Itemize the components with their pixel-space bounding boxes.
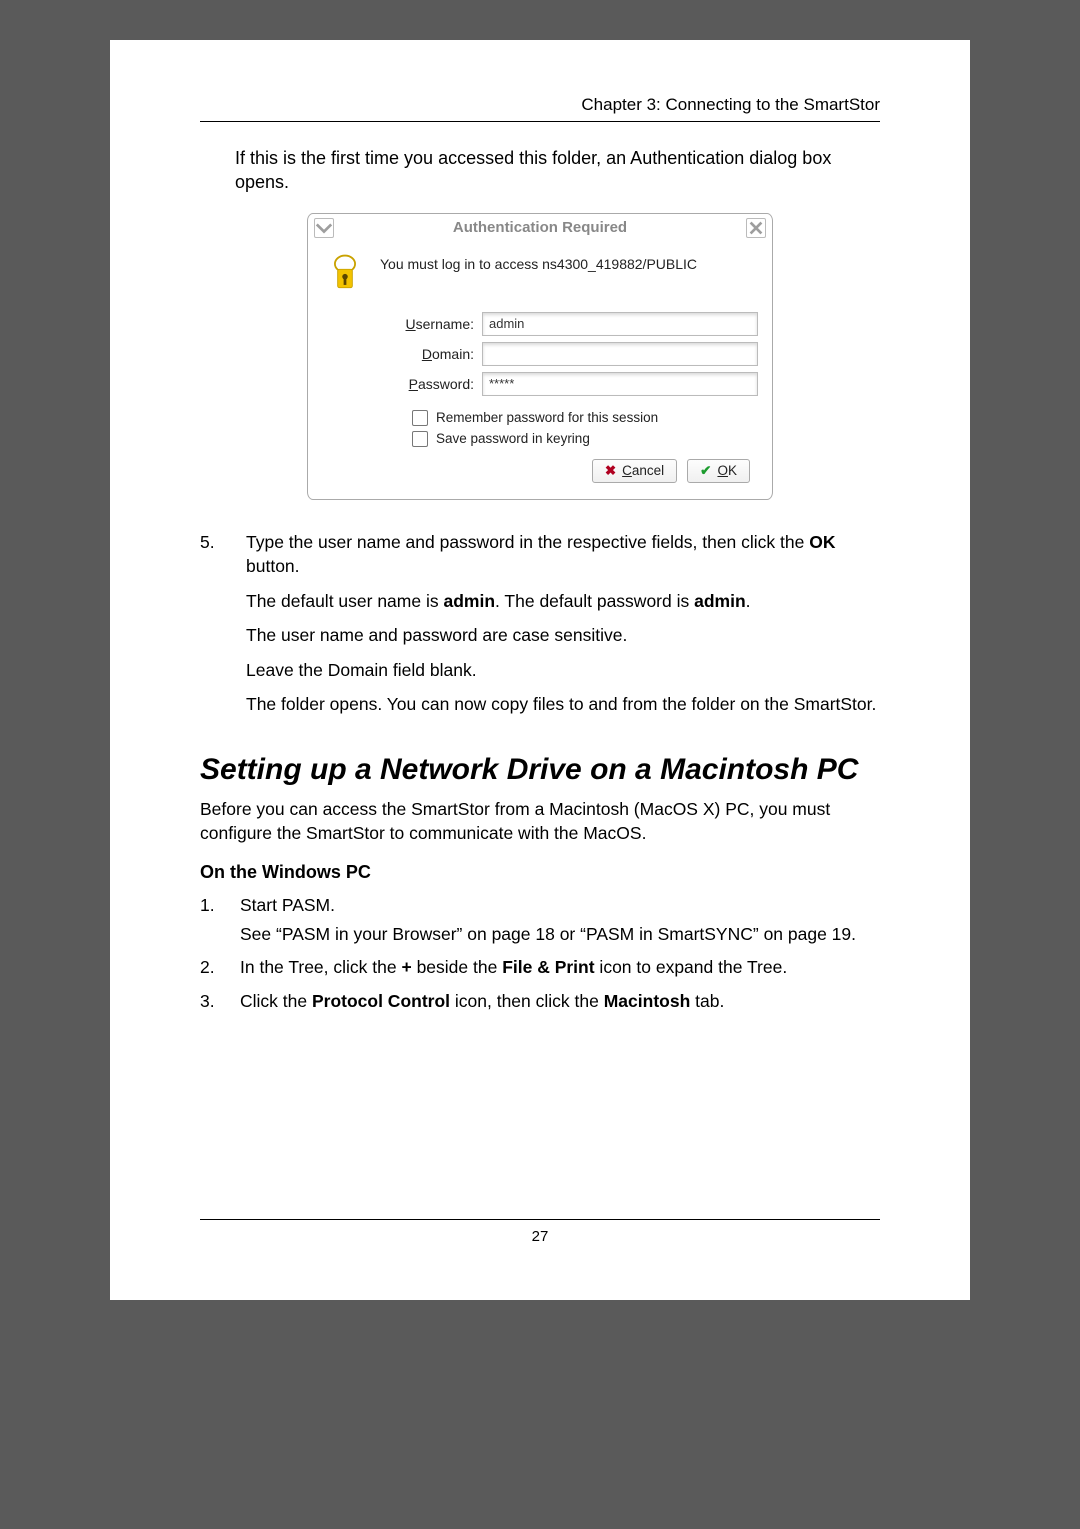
section-heading-macintosh: Setting up a Network Drive on a Macintos… <box>200 753 880 787</box>
step-number: 5. <box>200 530 222 727</box>
steps-list: Start PASM. See “PASM in your Browser” o… <box>200 893 880 1015</box>
step5-line3: The user name and password are case sens… <box>246 623 880 648</box>
close-icon[interactable] <box>746 218 766 238</box>
remember-label: Remember password for this session <box>436 410 658 425</box>
dropdown-icon[interactable] <box>314 218 334 238</box>
running-header: Chapter 3: Connecting to the SmartStor <box>200 95 880 122</box>
page: Chapter 3: Connecting to the SmartStor I… <box>110 40 970 1300</box>
remember-password-checkbox[interactable]: Remember password for this session <box>412 410 758 426</box>
page-footer: 27 <box>200 1219 880 1245</box>
keyring-label: Save password in keyring <box>436 431 590 446</box>
dialog-body: You must log in to access ns4300_419882/… <box>310 240 770 497</box>
dialog-titlebar: Authentication Required <box>310 216 770 240</box>
save-keyring-checkbox[interactable]: Save password in keyring <box>412 431 758 447</box>
step5-line4: Leave the Domain field blank. <box>246 658 880 683</box>
step5-line5: The folder opens. You can now copy files… <box>246 692 880 717</box>
password-input[interactable] <box>482 372 758 396</box>
ok-check-icon: ✔ <box>700 463 711 479</box>
password-row: Password: <box>382 372 758 396</box>
step5-line1: Type the user name and password in the r… <box>246 530 880 579</box>
step-1: Start PASM. See “PASM in your Browser” o… <box>200 893 880 948</box>
auth-dialog: Authentication Required You must log in … <box>307 213 773 500</box>
step5-line2: The default user name is admin. The defa… <box>246 589 880 614</box>
ok-button[interactable]: ✔ OK <box>687 459 750 483</box>
username-row: Username: <box>382 312 758 336</box>
dialog-title-text: Authentication Required <box>334 219 746 236</box>
domain-row: Domain: <box>382 342 758 366</box>
username-label: Username: <box>382 316 474 332</box>
checkbox-icon <box>412 431 428 447</box>
step-3: Click the Protocol Control icon, then cl… <box>200 989 880 1014</box>
dialog-message: You must log in to access ns4300_419882/… <box>380 250 758 272</box>
authentication-key-icon <box>322 250 368 296</box>
step-5: 5. Type the user name and password in th… <box>200 530 880 727</box>
page-number: 27 <box>532 1228 549 1245</box>
intro-paragraph: If this is the first time you accessed t… <box>235 146 880 195</box>
checkbox-icon <box>412 410 428 426</box>
section-intro: Before you can access the SmartStor from… <box>200 797 880 846</box>
domain-input[interactable] <box>482 342 758 366</box>
subheading-windows-pc: On the Windows PC <box>200 862 880 883</box>
domain-label: Domain: <box>382 346 474 362</box>
username-input[interactable] <box>482 312 758 336</box>
cancel-button[interactable]: ✖ Cancel <box>592 459 677 483</box>
step-1-note: See “PASM in your Browser” on page 18 or… <box>240 922 880 947</box>
password-label: Password: <box>382 376 474 392</box>
cancel-x-icon: ✖ <box>605 463 616 479</box>
step-2: In the Tree, click the + beside the File… <box>200 955 880 980</box>
